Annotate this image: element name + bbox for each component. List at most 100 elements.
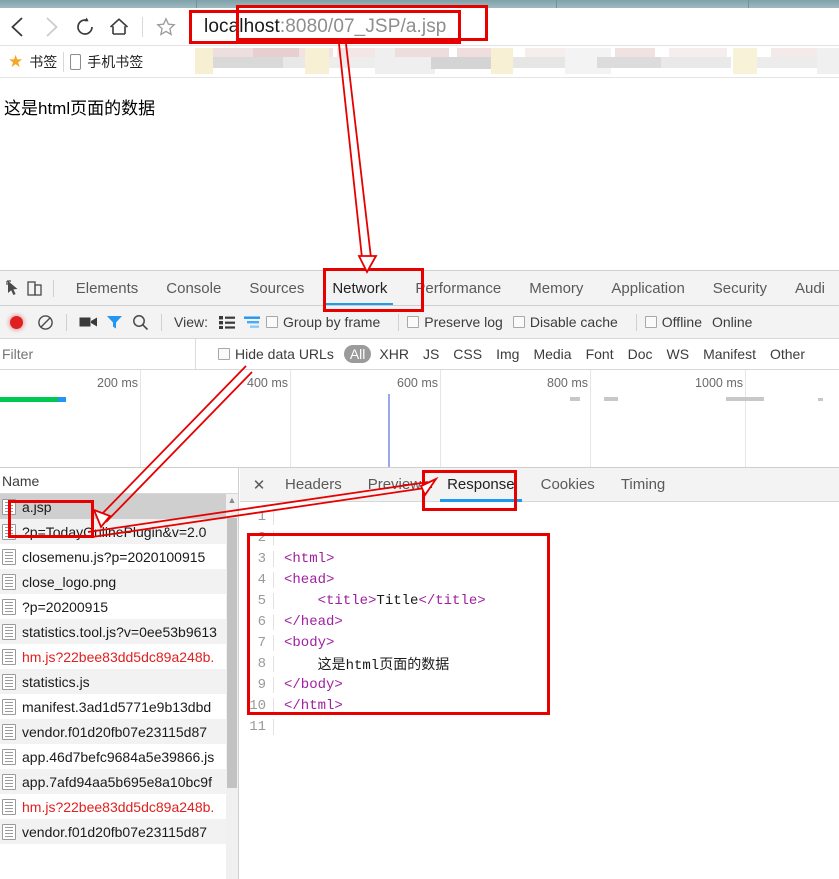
bookmark-item-mobile[interactable]: 手机书签: [70, 52, 143, 72]
line-number: 9: [240, 676, 274, 693]
filter-type-manifest[interactable]: Manifest: [697, 345, 762, 363]
request-row[interactable]: ?p=20200915: [0, 594, 238, 619]
reload-icon[interactable]: [68, 10, 102, 44]
filter-type-img[interactable]: Img: [490, 345, 525, 363]
filter-type-media[interactable]: Media: [527, 345, 577, 363]
file-type-icon: [2, 698, 16, 715]
filter-type-css[interactable]: CSS: [447, 345, 488, 363]
request-row[interactable]: manifest.3ad1d5771e9b13dbd: [0, 694, 238, 719]
file-type-icon: [2, 598, 16, 615]
request-name: closemenu.js?p=2020100915: [22, 548, 206, 565]
bookmark-label: 书签: [29, 53, 58, 70]
request-row[interactable]: vendor.f01d20fb07e23115d87: [0, 719, 238, 744]
request-row[interactable]: statistics.tool.js?v=0ee53b9613: [0, 619, 238, 644]
requests-column-header[interactable]: Name: [0, 468, 238, 494]
request-name: vendor.f01d20fb07e23115d87: [22, 723, 208, 740]
search-icon[interactable]: [127, 309, 153, 335]
line-number: 5: [240, 592, 274, 609]
scrollbar-thumb[interactable]: [227, 518, 237, 788]
tab-application[interactable]: Application: [597, 271, 698, 305]
code-text: <body>: [284, 634, 335, 651]
tab-response[interactable]: Response: [434, 468, 528, 502]
tab-audits[interactable]: Audi: [781, 271, 839, 305]
tab-preview[interactable]: Preview: [355, 468, 434, 502]
hide-data-urls-checkbox[interactable]: Hide data URLs: [218, 346, 334, 362]
code-line: 4 <head>: [240, 569, 839, 590]
filter-type-js[interactable]: JS: [417, 345, 445, 363]
tab-network[interactable]: Network: [318, 271, 401, 305]
record-button[interactable]: [10, 315, 23, 329]
filter-type-ws[interactable]: WS: [661, 345, 696, 363]
clear-icon[interactable]: [32, 309, 58, 335]
devtools-tabbar-divider: [53, 279, 54, 297]
request-name: app.46d7befc9684a5e39866.js: [22, 748, 215, 765]
list-view-icon[interactable]: [214, 309, 240, 335]
request-row[interactable]: app.7afd94aa5b695e8a10bc9f: [0, 769, 238, 794]
device-toolbar-icon[interactable]: [25, 274, 46, 302]
line-number: 8: [240, 655, 274, 672]
bookmark-item-shuqian[interactable]: ★ 书签: [8, 52, 57, 72]
file-type-icon: [2, 623, 16, 640]
devtools-panel: Elements Console Sources Network Perform…: [0, 270, 839, 879]
throttling-select[interactable]: Online: [712, 314, 752, 330]
page-viewport: 这是html页面的数据: [0, 78, 839, 270]
network-overview-timeline[interactable]: 200 ms 400 ms 600 ms 800 ms 1000 ms: [0, 370, 839, 468]
tab-headers[interactable]: Headers: [272, 468, 355, 502]
waterfall-view-icon[interactable]: [240, 309, 266, 335]
tab-sources[interactable]: Sources: [235, 271, 318, 305]
request-row[interactable]: hm.js?22bee83dd5dc89a248b.: [0, 644, 238, 669]
request-row[interactable]: statistics.js: [0, 669, 238, 694]
network-split-view: Name a.jsp ?p=TodayOnlinePlugin&v=2.0 clos…: [0, 468, 839, 879]
forward-arrow-icon[interactable]: [34, 10, 68, 44]
timeline-tick-800ms: 800 ms: [547, 376, 588, 390]
group-by-frame-checkbox[interactable]: Group by frame: [265, 314, 380, 330]
tab-security[interactable]: Security: [699, 271, 781, 305]
offline-checkbox[interactable]: Offline: [644, 314, 702, 330]
filter-type-doc[interactable]: Doc: [622, 345, 659, 363]
code-text: <html>: [284, 550, 335, 567]
request-row[interactable]: close_logo.png: [0, 569, 238, 594]
tab-performance[interactable]: Performance: [401, 271, 515, 305]
screenshot-camera-icon[interactable]: [75, 309, 101, 335]
request-name: hm.js?22bee83dd5dc89a248b.: [22, 798, 215, 815]
toolbar-divider: [142, 16, 143, 37]
filter-type-font[interactable]: Font: [580, 345, 620, 363]
code-line: 3 <html>: [240, 548, 839, 569]
filter-funnel-icon[interactable]: [101, 309, 127, 335]
disable-cache-checkbox[interactable]: Disable cache: [512, 314, 618, 330]
filter-input[interactable]: [0, 339, 196, 369]
close-icon[interactable]: ✕: [246, 472, 272, 498]
request-row[interactable]: a.jsp: [0, 494, 238, 519]
request-row[interactable]: app.46d7befc9684a5e39866.js: [0, 744, 238, 769]
home-icon[interactable]: [102, 10, 136, 44]
response-source-view[interactable]: 1 2 3 <html> 4 <head> 5 <title>Title</title> 6 <…: [240, 502, 839, 737]
request-name: statistics.js: [22, 673, 90, 690]
preserve-log-checkbox[interactable]: Preserve log: [407, 314, 503, 330]
bookmark-label: 手机书签: [87, 53, 144, 70]
file-type-icon: [2, 548, 16, 565]
request-detail-pane: ✕ Headers Preview Response Cookies Timin…: [240, 468, 839, 879]
tab-elements[interactable]: Elements: [62, 271, 153, 305]
requests-list[interactable]: a.jsp ?p=TodayOnlinePlugin&v=2.0 closemenu…: [0, 494, 238, 844]
timeline-tick-mark: [818, 398, 823, 401]
scroll-up-arrow[interactable]: ▲: [226, 494, 238, 506]
request-row[interactable]: closemenu.js?p=2020100915: [0, 544, 238, 569]
address-bar-path: :8080/07_JSP/a.jsp: [279, 15, 447, 37]
request-row[interactable]: hm.js?22bee83dd5dc89a248b.: [0, 794, 238, 819]
request-row[interactable]: vendor.f01d20fb07e23115d87: [0, 819, 238, 844]
requests-scrollbar[interactable]: ▲: [226, 494, 238, 879]
back-arrow-icon[interactable]: [0, 10, 34, 44]
tab-console[interactable]: Console: [152, 271, 235, 305]
filter-type-xhr[interactable]: XHR: [373, 345, 415, 363]
tab-memory[interactable]: Memory: [515, 271, 597, 305]
request-name: a.jsp: [22, 498, 52, 515]
inspect-element-icon[interactable]: [4, 274, 25, 302]
address-bar[interactable]: localhost:8080/07_JSP/a.jsp: [189, 9, 462, 44]
tab-cookies[interactable]: Cookies: [528, 468, 608, 502]
request-row[interactable]: ?p=TodayOnlinePlugin&v=2.0: [0, 519, 238, 544]
column-header-name: Name: [2, 472, 40, 489]
star-icon[interactable]: [149, 10, 183, 44]
filter-type-all[interactable]: All: [343, 345, 372, 363]
filter-type-other[interactable]: Other: [764, 345, 811, 363]
tab-timing[interactable]: Timing: [608, 468, 678, 502]
